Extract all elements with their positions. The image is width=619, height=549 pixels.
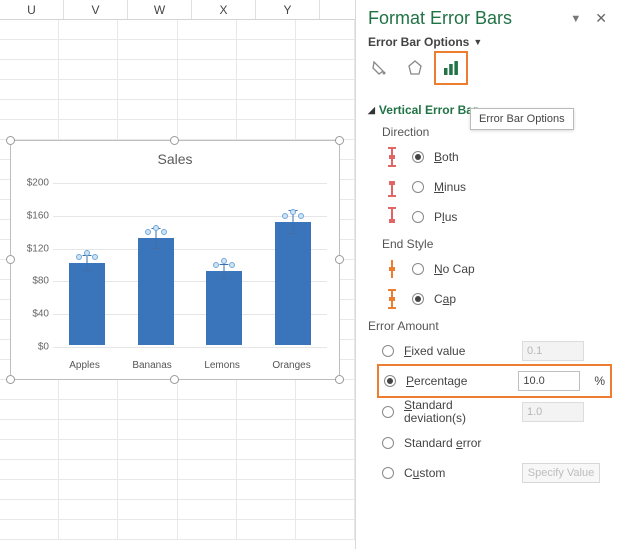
minus-glyph-icon	[382, 176, 402, 198]
close-icon[interactable]: ✕	[595, 10, 607, 27]
radio[interactable]	[382, 345, 394, 357]
error-bar-options-dropdown[interactable]: Error Bar Options ▼	[368, 35, 607, 49]
amount-stddev-option[interactable]: Standarddeviation(s)	[382, 399, 607, 425]
error-amount-heading: Error Amount	[368, 319, 607, 333]
option-label: Cap	[434, 292, 456, 306]
option-label: Standard error	[404, 436, 481, 450]
col-header[interactable]: X	[192, 0, 256, 19]
plus-glyph-icon	[382, 206, 402, 228]
radio[interactable]	[412, 181, 424, 193]
direction-both-option[interactable]: Both	[382, 145, 607, 169]
percent-suffix: %	[594, 374, 605, 388]
resize-handle[interactable]	[6, 136, 15, 145]
stddev-input	[522, 402, 584, 422]
amount-stderr-option[interactable]: Standard error	[382, 431, 607, 455]
plot-area[interactable]: $0$40$80$120$160$200	[53, 183, 327, 345]
y-axis-label: $40	[17, 309, 49, 320]
radio[interactable]	[412, 151, 424, 163]
selection-marker	[282, 213, 288, 219]
endstyle-nocap-option[interactable]: No Cap	[382, 257, 607, 281]
radio[interactable]	[412, 263, 424, 275]
x-axis-label: Oranges	[272, 360, 310, 371]
direction-plus-option[interactable]: Plus	[382, 205, 607, 229]
format-error-bars-pane: Format Error Bars ▼ ✕ Error Bar Options …	[355, 0, 619, 549]
resize-handle[interactable]	[335, 136, 344, 145]
cap-glyph-icon	[382, 288, 402, 310]
endstyle-cap-option[interactable]: Cap	[382, 287, 607, 311]
x-axis-label: Apples	[69, 360, 100, 371]
resize-handle[interactable]	[6, 255, 15, 264]
selection-marker	[145, 229, 151, 235]
selection-marker	[298, 213, 304, 219]
option-label: Both	[434, 150, 459, 164]
resize-handle[interactable]	[170, 136, 179, 145]
pane-title: Format Error Bars	[368, 8, 512, 29]
amount-fixed-option[interactable]: Fixed value	[382, 339, 607, 363]
error-bar[interactable]	[224, 264, 225, 279]
y-axis-label: $200	[17, 178, 49, 189]
error-bar[interactable]	[87, 255, 88, 271]
col-header[interactable]: U	[0, 0, 64, 19]
tooltip: Error Bar Options	[470, 108, 574, 130]
nocap-glyph-icon	[382, 258, 402, 280]
chevron-down-icon: ▼	[473, 37, 482, 47]
col-header[interactable]: V	[64, 0, 128, 19]
col-header[interactable]: Y	[256, 0, 320, 19]
y-axis-label: $120	[17, 243, 49, 254]
y-axis-label: $0	[17, 342, 49, 353]
selection-marker	[161, 229, 167, 235]
amount-custom-option[interactable]: Custom Specify Value	[382, 461, 607, 485]
task-pane-options-icon[interactable]: ▼	[570, 13, 581, 25]
specify-value-button: Specify Value	[522, 463, 600, 483]
radio[interactable]	[384, 375, 396, 387]
selection-marker	[92, 254, 98, 260]
selection-marker	[153, 225, 159, 231]
endstyle-heading: End Style	[382, 237, 607, 251]
bar-chart-options-icon[interactable]	[440, 57, 462, 79]
resize-handle[interactable]	[335, 375, 344, 384]
option-label: Percentage	[406, 374, 508, 388]
both-glyph-icon	[382, 146, 402, 168]
selection-marker	[290, 209, 296, 215]
x-axis-labels: Apples Bananas Lemons Oranges	[53, 360, 327, 371]
selection-marker	[213, 262, 219, 268]
option-label: Plus	[434, 210, 457, 224]
option-label: Standarddeviation(s)	[404, 399, 512, 425]
col-header[interactable]: W	[128, 0, 192, 19]
option-label: Minus	[434, 180, 466, 194]
resize-handle[interactable]	[6, 375, 15, 384]
selection-marker	[76, 254, 82, 260]
format-category-icons	[368, 57, 607, 79]
amount-percentage-option[interactable]: Percentage %	[382, 369, 607, 393]
option-label: Custom	[404, 466, 512, 480]
selection-marker	[229, 262, 235, 268]
x-axis-label: Lemons	[204, 360, 240, 371]
bar[interactable]	[206, 271, 242, 345]
bar[interactable]	[275, 222, 311, 345]
bar[interactable]	[138, 238, 174, 345]
y-axis-label: $160	[17, 210, 49, 221]
percentage-input[interactable]	[518, 371, 580, 391]
fill-line-icon[interactable]	[368, 57, 390, 79]
direction-minus-option[interactable]: Minus	[382, 175, 607, 199]
radio[interactable]	[382, 437, 394, 449]
radio[interactable]	[412, 211, 424, 223]
radio[interactable]	[382, 406, 394, 418]
bar[interactable]	[69, 263, 105, 345]
option-label: No Cap	[434, 262, 475, 276]
radio[interactable]	[382, 467, 394, 479]
resize-handle[interactable]	[335, 255, 344, 264]
x-axis-label: Bananas	[132, 360, 171, 371]
y-axis-label: $80	[17, 276, 49, 287]
resize-handle[interactable]	[170, 375, 179, 384]
radio[interactable]	[412, 293, 424, 305]
collapse-icon: ◢	[368, 105, 375, 116]
chart-title[interactable]: Sales	[11, 141, 339, 171]
option-label: Fixed value	[404, 344, 512, 358]
chart-object[interactable]: Sales $0$40$80$120$160$200 ApplesBananas…	[10, 140, 340, 380]
dropdown-label: Error Bar Options	[368, 35, 469, 49]
effects-icon[interactable]	[404, 57, 426, 79]
fixed-value-input	[522, 341, 584, 361]
